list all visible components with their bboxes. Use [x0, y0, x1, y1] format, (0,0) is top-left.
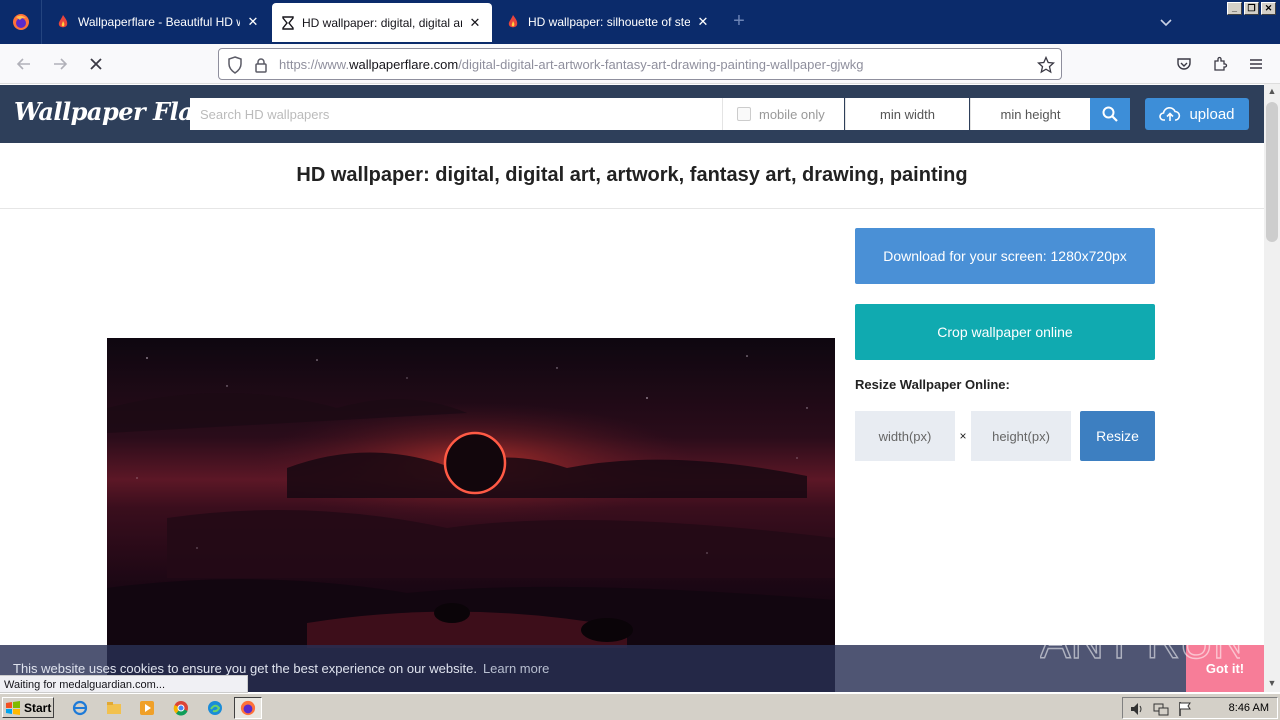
mobile-only-checkbox[interactable]: mobile only	[722, 98, 844, 130]
scroll-down-arrow-icon[interactable]: ▼	[1264, 678, 1280, 692]
start-label: Start	[24, 700, 52, 715]
new-tab-button[interactable]: +	[728, 10, 750, 32]
url-host: wallpaperflare.com	[349, 57, 459, 72]
wallpaper-artwork	[107, 338, 835, 692]
scrollbar-thumb[interactable]	[1266, 102, 1278, 242]
start-button[interactable]: Start	[2, 697, 54, 718]
tab-label: HD wallpaper: digital, digital art, ar	[302, 15, 462, 30]
back-arrow-icon[interactable]	[14, 54, 34, 74]
resize-section-label: Resize Wallpaper Online:	[855, 377, 1010, 392]
firefox-icon	[12, 14, 29, 30]
site-header: Wallpaper Flare Search HD wallpapers mob…	[0, 85, 1264, 143]
tab-wallpaperflare-home[interactable]: Wallpaperflare - Beautiful HD wallp ✕	[46, 0, 270, 44]
wallpaperflare-favicon-icon	[58, 15, 68, 28]
close-icon[interactable]: ✕	[1261, 2, 1276, 15]
upload-button[interactable]: upload	[1145, 98, 1249, 130]
list-all-tabs-chevron-down-icon[interactable]	[1156, 12, 1176, 32]
learn-more-link[interactable]: Learn more	[483, 661, 549, 676]
extensions-puzzle-icon[interactable]	[1210, 54, 1230, 74]
action-center-flag-icon[interactable]	[1177, 701, 1193, 717]
page-scrollbar[interactable]: ▲ ▼	[1264, 84, 1280, 692]
url-text: https://www.wallpaperflare.com/digital-d…	[279, 57, 864, 72]
tab-label: Wallpaperflare - Beautiful HD wallp	[78, 15, 240, 29]
window-controls: _ ❐ ✕	[1227, 2, 1276, 15]
edge-icon[interactable]	[205, 698, 225, 718]
network-icon[interactable]	[1153, 701, 1169, 717]
wallpaper-preview-image[interactable]	[107, 338, 835, 692]
page-title-bar: HD wallpaper: digital, digital art, artw…	[0, 143, 1264, 209]
resize-height-input[interactable]: height(px)	[971, 411, 1071, 461]
browser-nav-bar: https://www.wallpaperflare.com/digital-d…	[0, 44, 1280, 84]
volume-icon[interactable]	[1129, 701, 1145, 717]
tab-close-icon[interactable]: ✕	[468, 15, 482, 31]
upload-label: upload	[1189, 105, 1235, 123]
crop-wallpaper-button[interactable]: Crop wallpaper online	[855, 304, 1155, 360]
url-prefix: https://www.	[279, 57, 350, 72]
shield-icon[interactable]	[227, 56, 243, 74]
cookie-text: This website uses cookies to ensure you …	[13, 661, 477, 676]
resize-width-input[interactable]: width(px)	[855, 411, 955, 461]
tab-label: HD wallpaper: silhouette of steel ri	[528, 15, 690, 29]
status-bar-text: Waiting for medalguardian.com...	[0, 675, 248, 693]
firefox-menu-button[interactable]	[0, 0, 42, 44]
mobile-only-label: mobile only	[759, 106, 825, 122]
minimize-icon[interactable]: _	[1227, 2, 1242, 15]
anyrun-watermark-logo: ANY RUN	[1040, 615, 1240, 668]
cookie-message: This website uses cookies to ensure you …	[13, 661, 549, 676]
download-for-screen-button[interactable]: Download for your screen: 1280x720px	[855, 228, 1155, 284]
forward-arrow-icon[interactable]	[50, 54, 70, 74]
tab-close-icon[interactable]: ✕	[246, 14, 260, 30]
wallpaperflare-favicon-icon	[508, 15, 518, 28]
hamburger-menu-icon[interactable]	[1246, 54, 1266, 74]
url-path: /digital-digital-art-artwork-fantasy-art…	[458, 57, 864, 72]
scroll-up-arrow-icon[interactable]: ▲	[1264, 86, 1280, 100]
chrome-icon[interactable]	[171, 698, 191, 718]
search-button[interactable]	[1090, 98, 1130, 130]
tab-silhouette-wallpaper[interactable]: HD wallpaper: silhouette of steel ri ✕	[496, 0, 720, 44]
resize-button[interactable]: Resize	[1080, 411, 1155, 461]
min-width-input[interactable]: min width	[845, 98, 969, 130]
star-bookmark-icon[interactable]	[1037, 56, 1055, 74]
restore-icon[interactable]: ❐	[1244, 2, 1259, 15]
taskbar-clock[interactable]: 8:46 AM	[1229, 702, 1269, 714]
tab-close-icon[interactable]: ✕	[696, 14, 710, 30]
search-icon	[1102, 106, 1118, 122]
lock-icon[interactable]	[254, 57, 268, 73]
loading-hourglass-icon	[282, 15, 294, 30]
stop-loading-icon[interactable]	[86, 54, 106, 74]
tab-current-wallpaper[interactable]: HD wallpaper: digital, digital art, ar ✕	[272, 3, 492, 42]
cloud-upload-icon	[1159, 107, 1181, 121]
watermark-text: ANY RUN	[1040, 616, 1240, 668]
page-title: HD wallpaper: digital, digital art, artw…	[296, 164, 968, 186]
windows-taskbar: Start 8:46 AM	[0, 693, 1280, 720]
times-symbol: ×	[959, 429, 967, 443]
system-tray: 8:46 AM	[1122, 697, 1278, 719]
media-player-icon[interactable]	[137, 698, 157, 718]
internet-explorer-icon[interactable]	[70, 698, 90, 718]
firefox-icon	[240, 700, 256, 716]
pocket-icon[interactable]	[1174, 54, 1194, 74]
search-input[interactable]: Search HD wallpapers	[190, 98, 722, 130]
screen: Wallpaperflare - Beautiful HD wallp ✕ HD…	[0, 0, 1280, 720]
address-bar[interactable]: https://www.wallpaperflare.com/digital-d…	[218, 48, 1062, 80]
min-height-input[interactable]: min height	[970, 98, 1090, 130]
browser-tab-strip: Wallpaperflare - Beautiful HD wallp ✕ HD…	[0, 0, 1280, 44]
file-explorer-icon[interactable]	[104, 698, 124, 718]
windows-logo-icon	[6, 700, 20, 715]
checkbox-box[interactable]	[737, 107, 751, 121]
firefox-taskbar-button[interactable]	[234, 697, 262, 719]
